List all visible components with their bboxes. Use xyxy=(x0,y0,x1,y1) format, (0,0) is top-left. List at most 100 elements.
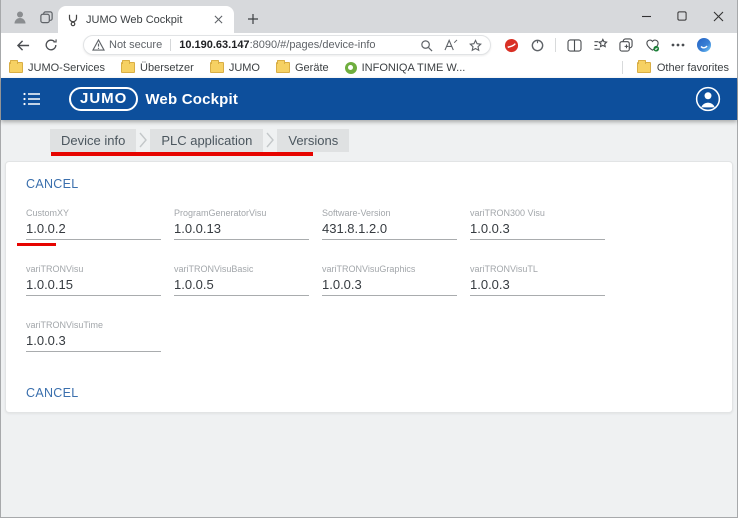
bookmark-label: Geräte xyxy=(295,62,329,74)
field-software-version: Software-Version xyxy=(322,207,457,242)
user-avatar-icon[interactable] xyxy=(695,86,721,112)
field-varitronvisutl: variTRONVisuTL xyxy=(470,263,605,298)
window-controls xyxy=(633,4,731,28)
field-varitronvisubasic: variTRONVisuBasic xyxy=(174,263,309,298)
bookmark-folder[interactable]: JUMO-Services xyxy=(9,62,105,74)
read-aloud-icon[interactable] xyxy=(444,39,458,51)
settings-more-icon[interactable] xyxy=(670,37,686,53)
collections-icon[interactable] xyxy=(618,37,634,53)
field-customxy: CustomXY xyxy=(26,207,161,242)
browser-profile-icon[interactable] xyxy=(11,8,29,26)
bookmark-label: JUMO-Services xyxy=(28,62,105,74)
other-favorites[interactable]: Other favorites xyxy=(622,61,729,74)
field-label: variTRON300 Visu xyxy=(470,207,605,219)
breadcrumb-versions[interactable]: Versions xyxy=(277,129,349,152)
field-label: variTRONVisuTime xyxy=(26,319,161,331)
field-programgeneratorvisu: ProgramGeneratorVisu xyxy=(174,207,309,242)
not-secure-warning-icon[interactable] xyxy=(92,39,105,51)
field-input[interactable] xyxy=(322,275,457,296)
field-input[interactable] xyxy=(26,275,161,296)
search-icon[interactable] xyxy=(420,39,433,52)
maximize-button[interactable] xyxy=(669,4,695,28)
favorites-hub-icon[interactable] xyxy=(592,37,608,53)
menu-icon[interactable] xyxy=(23,92,41,106)
versions-card: CANCEL CustomXY ProgramGeneratorVisu Sof… xyxy=(5,161,733,413)
field-label: CustomXY xyxy=(26,207,161,219)
folder-icon xyxy=(121,62,135,73)
minimize-button[interactable] xyxy=(633,4,659,28)
url-path: :8090/#/pages/device-info xyxy=(250,39,376,51)
version-fields-grid: CustomXY ProgramGeneratorVisu Software-V… xyxy=(26,207,605,354)
extension-icon[interactable] xyxy=(529,37,545,53)
field-varitronvisutime: variTRONVisuTime xyxy=(26,319,161,354)
jumo-logo: JUMO xyxy=(69,87,138,111)
app-header: JUMO Web Cockpit xyxy=(1,78,737,120)
bookmarks-bar: JUMO-Services Übersetzer JUMO Geräte INF… xyxy=(1,57,737,78)
favorite-star-icon[interactable] xyxy=(469,39,482,52)
breadcrumb: Device info PLC application Versions xyxy=(50,128,349,152)
url-host: 10.190.63.147 xyxy=(179,39,249,51)
field-input[interactable] xyxy=(174,275,309,296)
security-label[interactable]: Not secure xyxy=(109,39,162,51)
field-label: variTRONVisuGraphics xyxy=(322,263,457,275)
address-bar[interactable]: Not secure 10.190.63.147:8090/#/pages/de… xyxy=(83,35,491,55)
breadcrumb-device-info[interactable]: Device info xyxy=(50,129,136,152)
folder-icon xyxy=(276,62,290,73)
site-favicon-icon xyxy=(66,13,80,27)
folder-icon xyxy=(9,62,23,73)
field-label: variTRONVisu xyxy=(26,263,161,275)
close-window-button[interactable] xyxy=(705,4,731,28)
bookmark-folder[interactable]: JUMO xyxy=(210,62,260,74)
page-content: Device info PLC application Versions CAN… xyxy=(1,120,737,517)
annotation-underline-customxy-value xyxy=(17,243,56,246)
split-screen-icon[interactable] xyxy=(566,37,582,53)
other-favorites-label: Other favorites xyxy=(657,62,729,74)
field-label: variTRONVisuBasic xyxy=(174,263,309,275)
bookmark-site[interactable]: INFONIQA TIME W... xyxy=(345,62,466,74)
adblock-extension-icon[interactable] xyxy=(503,37,519,53)
field-varitronvisu: variTRONVisu xyxy=(26,263,161,298)
tab-title: JUMO Web Cockpit xyxy=(86,14,210,26)
refresh-button[interactable] xyxy=(41,36,61,54)
annotation-underline-breadcrumbs xyxy=(51,152,313,156)
app-title: Web Cockpit xyxy=(145,91,238,108)
back-button[interactable] xyxy=(13,36,33,54)
browser-essentials-icon[interactable] xyxy=(644,37,660,53)
bookmark-label: JUMO xyxy=(229,62,260,74)
field-input[interactable] xyxy=(26,219,161,240)
folder-icon xyxy=(210,62,224,73)
field-input[interactable] xyxy=(470,219,605,240)
field-input[interactable] xyxy=(174,219,309,240)
bookmarks-divider xyxy=(622,61,623,74)
extensions-row xyxy=(503,36,712,54)
field-label: Software-Version xyxy=(322,207,457,219)
chevron-right-icon xyxy=(136,128,150,152)
toolbar-divider xyxy=(555,38,556,52)
browser-tab[interactable]: JUMO Web Cockpit xyxy=(58,6,234,33)
field-label: ProgramGeneratorVisu xyxy=(174,207,309,219)
breadcrumb-plc-application[interactable]: PLC application xyxy=(150,129,263,152)
omnibox-divider xyxy=(170,39,171,51)
field-varitronvisugraphics: variTRONVisuGraphics xyxy=(322,263,457,298)
site-icon xyxy=(345,62,357,74)
workspaces-icon[interactable] xyxy=(37,8,55,26)
field-varitron300-visu: variTRON300 Visu xyxy=(470,207,605,242)
tab-close-icon[interactable] xyxy=(210,12,226,28)
folder-icon xyxy=(637,62,651,73)
browser-toolbar: Not secure 10.190.63.147:8090/#/pages/de… xyxy=(1,33,737,57)
browser-window: JUMO Web Cockpit Not secure 10. xyxy=(0,0,738,518)
page-url[interactable]: 10.190.63.147:8090/#/pages/device-info xyxy=(179,39,375,51)
field-input[interactable] xyxy=(322,219,457,240)
bookmark-label: Übersetzer xyxy=(140,62,194,74)
chevron-right-icon xyxy=(263,128,277,152)
field-input[interactable] xyxy=(26,331,161,352)
copilot-icon[interactable] xyxy=(696,37,712,53)
cancel-link-top[interactable]: CANCEL xyxy=(26,177,79,191)
bookmark-folder[interactable]: Übersetzer xyxy=(121,62,194,74)
field-label: variTRONVisuTL xyxy=(470,263,605,275)
browser-titlebar: JUMO Web Cockpit xyxy=(1,0,737,33)
bookmark-folder[interactable]: Geräte xyxy=(276,62,329,74)
new-tab-button[interactable] xyxy=(244,10,262,28)
field-input[interactable] xyxy=(470,275,605,296)
cancel-link-bottom[interactable]: CANCEL xyxy=(26,386,79,400)
